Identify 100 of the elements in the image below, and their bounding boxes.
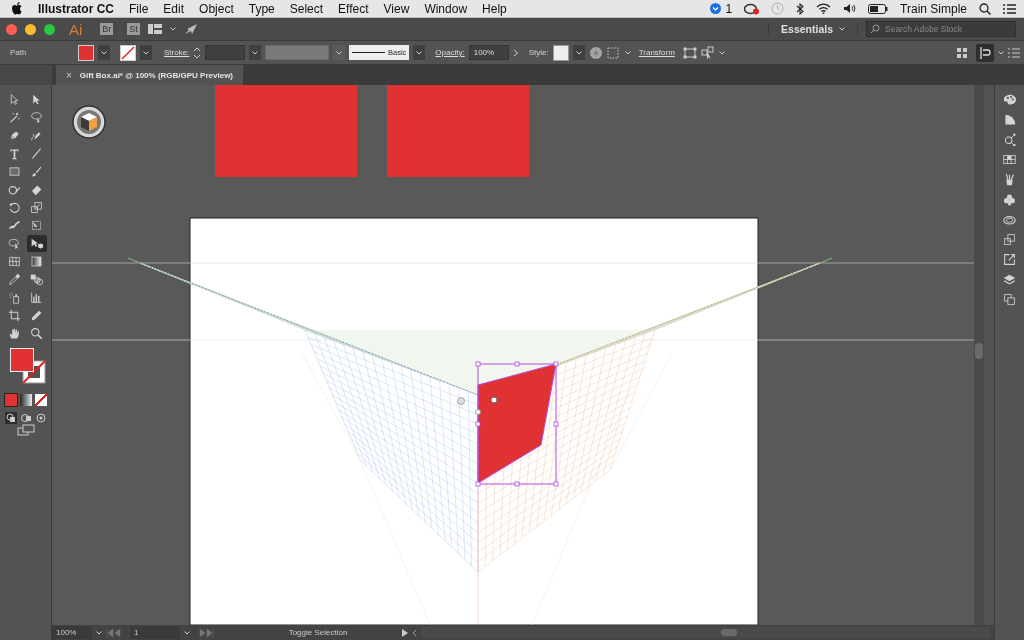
shaper-icon <box>8 183 21 196</box>
menu-item[interactable]: File <box>129 1 149 16</box>
scroll-thumb[interactable] <box>975 343 983 359</box>
panel-button[interactable] <box>1001 153 1018 166</box>
style-dropdown[interactable] <box>572 45 585 60</box>
panel-button[interactable] <box>1001 93 1018 106</box>
lasso-icon <box>30 111 43 124</box>
caret-icon <box>336 50 343 55</box>
caret-icon <box>96 630 102 635</box>
tool-button[interactable] <box>26 235 47 252</box>
arrow-cursor-icon <box>8 93 21 106</box>
layers-icon <box>1003 273 1016 286</box>
select-similar-icon <box>700 45 715 60</box>
search-icon <box>979 2 991 15</box>
caret-icon <box>169 27 176 31</box>
menu-item[interactable]: Type <box>248 1 275 16</box>
menu-item[interactable]: Select <box>289 1 324 16</box>
brush-dropdown[interactable] <box>413 45 426 60</box>
artboard-number-field[interactable]: 1 <box>130 626 180 639</box>
selection-type-label: Path <box>10 48 28 57</box>
type-tool-icon <box>8 147 21 160</box>
bridge-button[interactable]: Br <box>100 23 114 35</box>
menu-item[interactable]: Window <box>424 1 468 16</box>
clock-icon <box>771 2 785 15</box>
caret-icon <box>252 50 259 55</box>
caret-icon <box>101 50 107 55</box>
gradient-icon <box>30 255 43 268</box>
close-window-button[interactable] <box>6 23 17 35</box>
panel-button[interactable] <box>1001 273 1018 286</box>
pen-nib-icon <box>8 129 21 142</box>
scale-icon <box>30 201 43 214</box>
variable-width-field <box>265 45 330 60</box>
document-title: Gift Box.ai* @ 100% (RGB/GPU Preview) <box>79 70 234 80</box>
zoom-icon <box>30 327 43 340</box>
gradient-mode-button[interactable] <box>19 394 32 406</box>
node-graph-icon <box>1003 133 1016 146</box>
stroke-none-swatch[interactable] <box>120 44 136 61</box>
magic-wand-icon <box>8 111 21 124</box>
perspective-selection-icon <box>30 237 43 250</box>
menu-item[interactable]: View <box>383 1 410 16</box>
shape-builder-icon <box>8 237 21 250</box>
fill-dropdown[interactable] <box>98 45 110 60</box>
panel-button[interactable] <box>1001 253 1018 266</box>
plane-switching-widget[interactable] <box>72 105 106 139</box>
artboard-icon <box>8 309 21 322</box>
export-arrow-icon <box>1003 253 1016 266</box>
stroke-dropdown[interactable] <box>140 45 152 60</box>
panel-button[interactable] <box>1001 193 1018 206</box>
panel-button[interactable] <box>1001 293 1018 306</box>
creative-cloud-icon <box>744 2 760 15</box>
play-icon <box>402 628 408 637</box>
grid-widget-point[interactable] <box>490 396 498 404</box>
caret-icon <box>184 630 190 635</box>
tab-close-button[interactable]: × <box>66 69 72 81</box>
color-mode-button[interactable] <box>4 394 17 406</box>
zoom-field[interactable]: 100% <box>52 626 92 639</box>
transform-link[interactable]: Transform <box>634 48 679 57</box>
style-swatch[interactable] <box>552 44 569 61</box>
caret-icon <box>575 50 582 55</box>
menu-item[interactable]: Effect <box>338 1 369 16</box>
overlapping-squares-icon <box>1003 233 1016 246</box>
menu-item[interactable]: Object <box>199 1 234 16</box>
menu-item[interactable]: Edit <box>163 1 185 16</box>
fill-color-swatch[interactable] <box>9 348 34 372</box>
panel-button[interactable] <box>1001 233 1018 246</box>
stroke-weight-field[interactable] <box>205 45 246 60</box>
list-icon <box>1003 3 1016 14</box>
fill-swatch[interactable] <box>78 44 94 61</box>
isolate-grid-icon <box>956 46 968 59</box>
workspace-switcher[interactable]: Essentials <box>768 23 858 35</box>
opacity-label[interactable]: Opacity: <box>435 48 465 57</box>
column-graph-icon <box>30 291 43 304</box>
stock-button[interactable]: St <box>127 23 140 35</box>
stock-search-field[interactable]: Search Adobe Stock <box>866 21 1016 37</box>
caret-icon <box>416 50 423 55</box>
draw-behind-icon <box>19 412 32 424</box>
opacity-field[interactable]: 100% <box>468 45 509 60</box>
grid-widget-point[interactable] <box>475 409 481 415</box>
panel-button[interactable] <box>1001 213 1018 226</box>
puppet-warp-icon <box>8 219 21 232</box>
notification-count: 1 <box>725 1 733 16</box>
status-text[interactable]: Toggle Selection <box>238 628 398 637</box>
stroke-weight-dropdown[interactable] <box>249 45 262 60</box>
symbol-sprayer-icon <box>8 291 21 304</box>
free-transform-icon <box>30 219 43 232</box>
stroke-label[interactable]: Stroke: <box>164 48 190 57</box>
none-mode-button[interactable] <box>34 394 47 406</box>
scroll-thumb[interactable] <box>721 629 737 636</box>
align-panel-icon[interactable] <box>976 43 994 62</box>
app-name[interactable]: Illustrator CC <box>38 1 114 16</box>
minimize-window-button[interactable] <box>25 23 36 35</box>
menu-item[interactable]: Help <box>482 1 507 16</box>
document-tab[interactable]: × Gift Box.ai* @ 100% (RGB/GPU Preview) <box>56 65 244 85</box>
palette-icon <box>1003 93 1016 106</box>
align-box-icon <box>606 46 621 59</box>
user-name[interactable]: Train Simple <box>900 1 967 16</box>
draw-normal-icon <box>4 412 17 424</box>
rectangle-icon <box>8 165 21 178</box>
zoom-window-button[interactable] <box>44 23 55 35</box>
stepper-icon[interactable] <box>193 45 202 60</box>
